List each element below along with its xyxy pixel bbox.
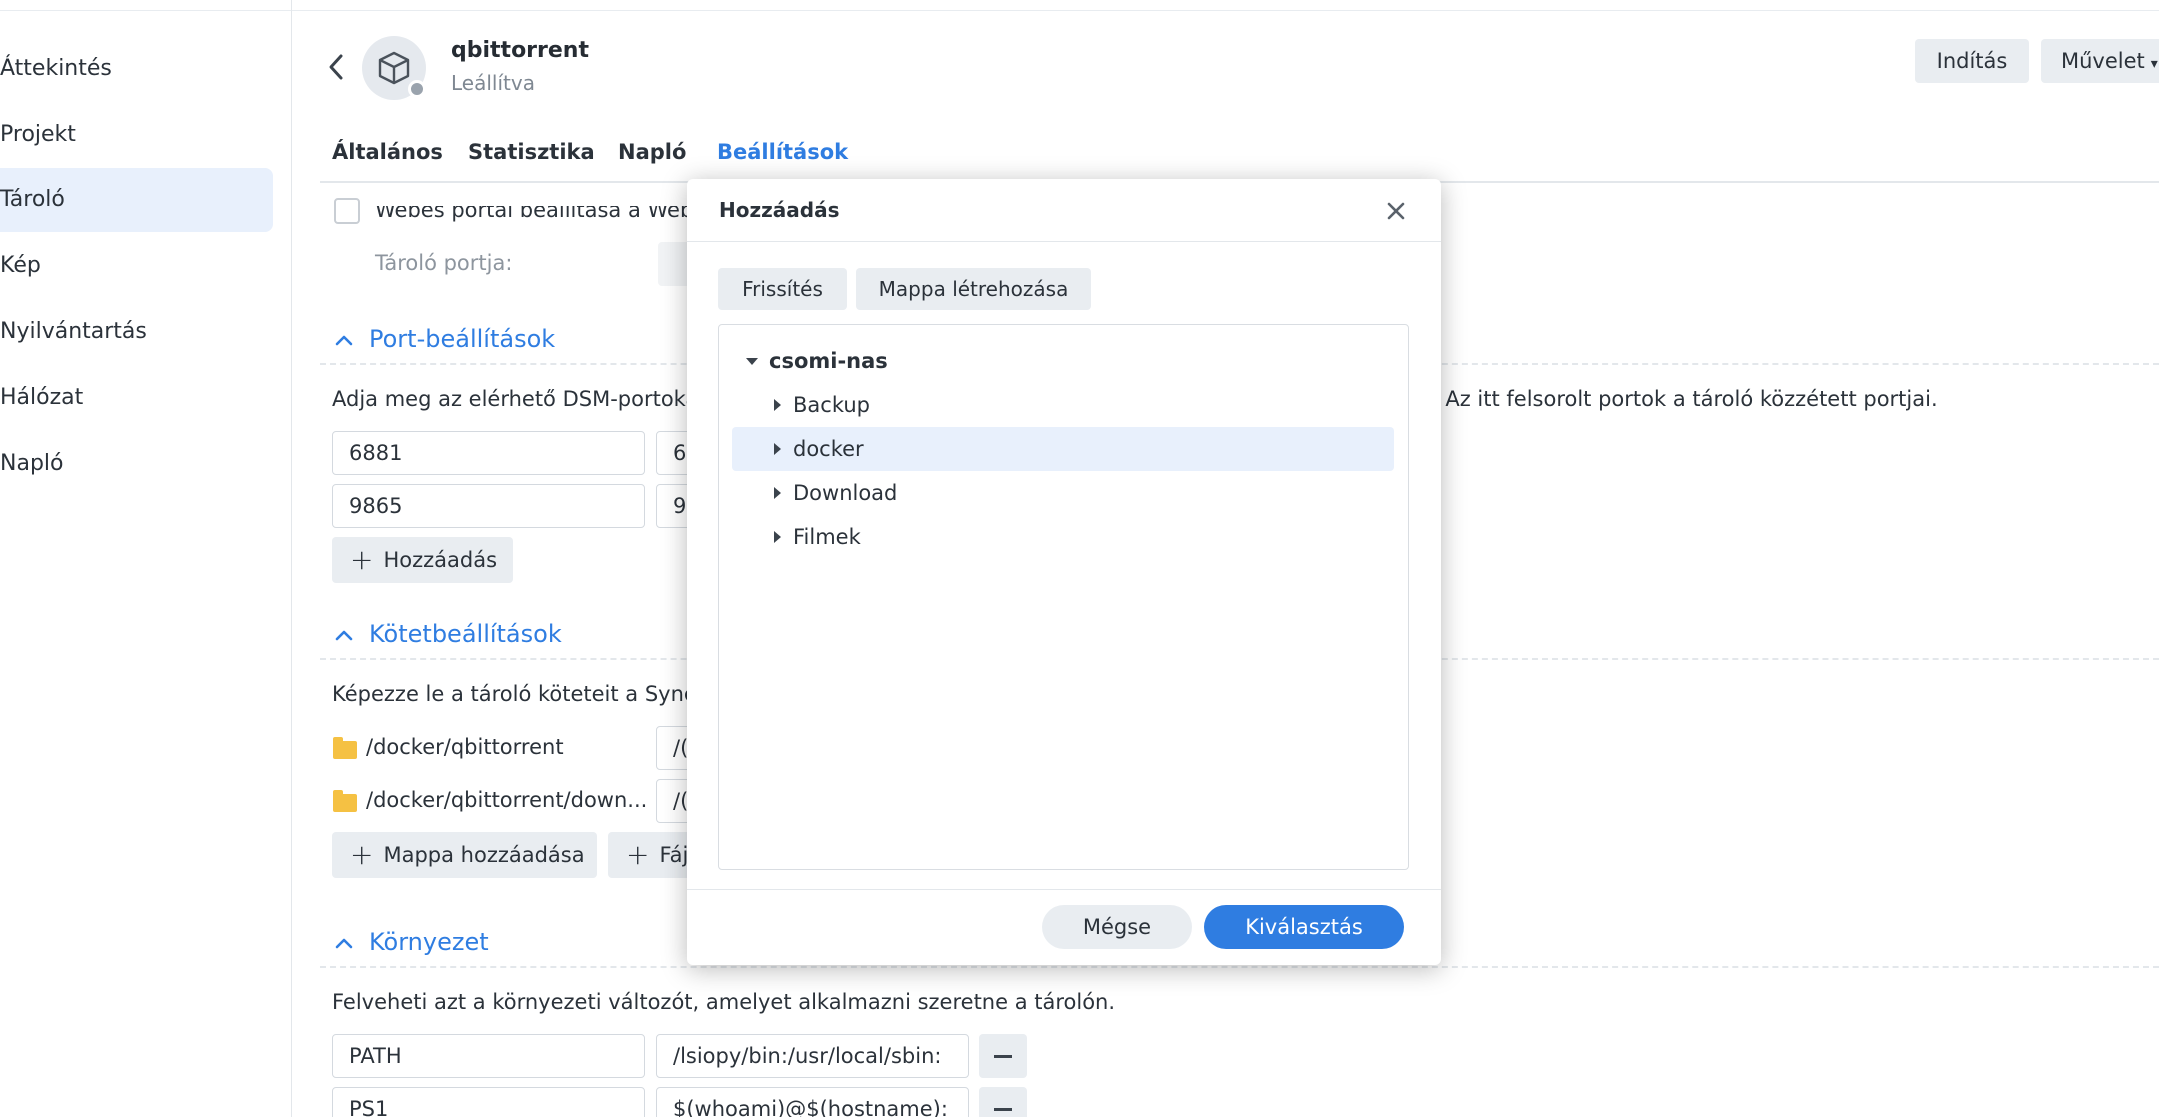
caret-right-icon[interactable] bbox=[774, 399, 781, 411]
environment-description: Felveheti azt a környezeti változót, ame… bbox=[332, 990, 1116, 1014]
tab-log[interactable]: Napló bbox=[618, 140, 686, 164]
environment-title[interactable]: Környezet bbox=[369, 928, 489, 956]
volume-settings-title[interactable]: Kötetbeállítások bbox=[369, 620, 562, 648]
add-port-button[interactable]: + Hozzáadás bbox=[332, 537, 513, 583]
tree-item[interactable]: Filmek bbox=[732, 515, 1394, 559]
tree-item-label: Backup bbox=[793, 393, 870, 417]
local-port-input[interactable]: 6881 bbox=[332, 431, 645, 475]
caret-right-icon[interactable] bbox=[774, 487, 781, 499]
folder-icon bbox=[333, 790, 357, 812]
select-button[interactable]: Kiválasztás bbox=[1204, 905, 1404, 949]
add-port-label: Hozzáadás bbox=[383, 548, 498, 572]
add-file-button[interactable]: + Fáj bbox=[608, 832, 698, 878]
add-folder-label: Mappa hozzáadása bbox=[383, 843, 585, 867]
env-value-input[interactable]: /lsiopy/bin:/usr/local/sbin: bbox=[656, 1034, 969, 1078]
web-portal-checkbox[interactable] bbox=[334, 198, 360, 224]
port-settings-description: Adja meg az elérhető DSM-portoka bbox=[332, 387, 699, 411]
tree-item-label: Filmek bbox=[793, 525, 861, 549]
sidebar-item-overview[interactable]: Áttekintés bbox=[0, 37, 273, 101]
chevron-up-icon[interactable] bbox=[334, 625, 354, 645]
tree-item[interactable]: Backup bbox=[732, 383, 1394, 427]
start-button[interactable]: Indítás bbox=[1915, 39, 2029, 83]
refresh-button[interactable]: Frissítés bbox=[718, 268, 847, 310]
env-value-input[interactable]: $(whoami)@$(hostname): bbox=[656, 1087, 969, 1117]
tree-item-selected[interactable]: docker bbox=[732, 427, 1394, 471]
status-indicator bbox=[408, 80, 426, 98]
top-divider bbox=[0, 10, 2159, 11]
dialog-footer-divider bbox=[687, 889, 1441, 890]
tab-statistics[interactable]: Statisztika bbox=[468, 140, 595, 164]
sidebar-item-registry[interactable]: Nyilvántartás bbox=[0, 300, 273, 364]
close-icon[interactable] bbox=[1384, 199, 1408, 223]
sidebar: Áttekintés Projekt Tároló Kép Nyilvántar… bbox=[0, 0, 292, 1117]
dialog-title: Hozzáadás bbox=[719, 198, 840, 222]
container-status: Leállítva bbox=[451, 71, 535, 95]
action-dropdown-button[interactable]: Művelet ▾ bbox=[2041, 39, 2159, 83]
volume-path: /docker/qbittorrent bbox=[366, 735, 564, 759]
section-divider bbox=[320, 966, 2159, 968]
plus-icon: + bbox=[350, 838, 374, 871]
env-name-input[interactable]: PS1 bbox=[332, 1087, 645, 1117]
tree-root-label: csomi-nas bbox=[769, 349, 888, 373]
env-name-input[interactable]: PATH bbox=[332, 1034, 645, 1078]
back-arrow-icon[interactable] bbox=[325, 52, 347, 82]
caret-right-icon[interactable] bbox=[774, 443, 781, 455]
port-settings-description-tail: . Az itt felsorolt portok a tároló közzé… bbox=[1432, 387, 1938, 411]
remove-env-button[interactable] bbox=[979, 1087, 1027, 1117]
dialog-divider bbox=[687, 241, 1441, 242]
tree-item-label: docker bbox=[793, 437, 864, 461]
create-folder-button[interactable]: Mappa létrehozása bbox=[856, 268, 1091, 310]
container-port-label: Tároló portja: bbox=[375, 251, 513, 275]
chevron-up-icon[interactable] bbox=[334, 330, 354, 350]
web-portal-label: Webes portál beállítása a Web bbox=[375, 198, 694, 222]
tree-root[interactable]: csomi-nas bbox=[732, 339, 1394, 383]
add-file-label: Fáj bbox=[659, 843, 689, 867]
add-folder-button[interactable]: + Mappa hozzáadása bbox=[332, 832, 597, 878]
sidebar-item-container[interactable]: Tároló bbox=[0, 168, 273, 232]
sidebar-item-image[interactable]: Kép bbox=[0, 234, 273, 298]
add-folder-dialog: Hozzáadás Frissítés Mappa létrehozása cs… bbox=[687, 179, 1441, 965]
caret-down-icon[interactable] bbox=[746, 358, 758, 365]
local-port-input[interactable]: 9865 bbox=[332, 484, 645, 528]
cancel-button[interactable]: Mégse bbox=[1042, 905, 1192, 949]
caret-down-icon: ▾ bbox=[2150, 56, 2158, 72]
sidebar-item-log[interactable]: Napló bbox=[0, 432, 273, 496]
sidebar-item-network[interactable]: Hálózat bbox=[0, 366, 273, 430]
port-settings-title[interactable]: Port-beállítások bbox=[369, 325, 555, 353]
tab-settings[interactable]: Beállítások bbox=[717, 140, 848, 164]
tree-item-label: Download bbox=[793, 481, 898, 505]
caret-right-icon[interactable] bbox=[774, 531, 781, 543]
remove-env-button[interactable] bbox=[979, 1034, 1027, 1078]
volume-path: /docker/qbittorrent/down... bbox=[366, 788, 648, 812]
folder-tree: csomi-nas Backup docker Download Filmek bbox=[718, 324, 1409, 870]
tab-general[interactable]: Általános bbox=[332, 140, 443, 164]
container-name: qbittorrent bbox=[451, 38, 589, 63]
chevron-up-icon[interactable] bbox=[334, 933, 354, 953]
action-label: Művelet bbox=[2061, 49, 2145, 73]
cube-icon bbox=[378, 51, 410, 85]
sidebar-item-project[interactable]: Projekt bbox=[0, 103, 273, 167]
plus-icon: + bbox=[350, 543, 374, 576]
plus-icon: + bbox=[626, 838, 650, 871]
tree-item[interactable]: Download bbox=[732, 471, 1394, 515]
volume-settings-description: Képezze le a tároló köteteit a Sync bbox=[332, 682, 696, 706]
folder-icon bbox=[333, 737, 357, 759]
